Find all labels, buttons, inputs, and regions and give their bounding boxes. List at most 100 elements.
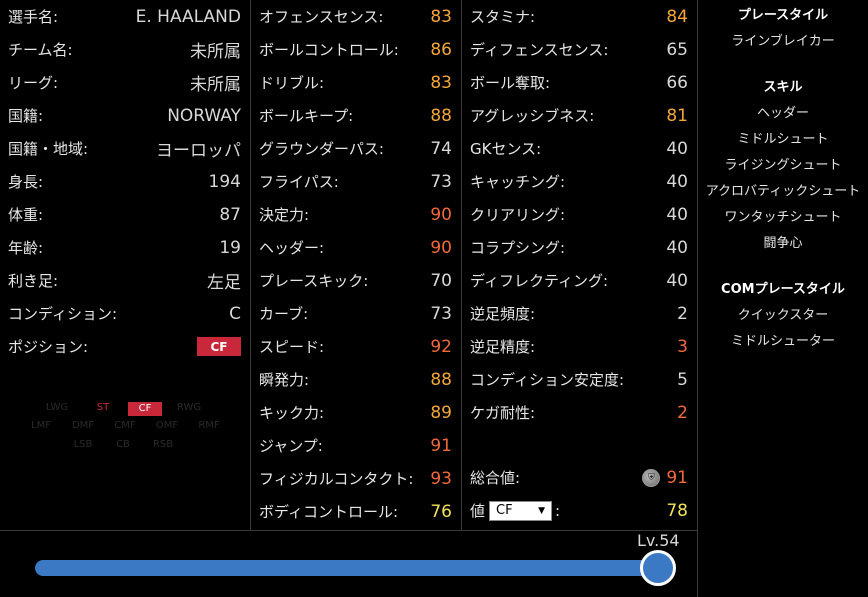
stat-row: ボールコントロール: 86 (251, 33, 460, 66)
level-slider-thumb[interactable] (640, 550, 676, 586)
stat-value: 84 (666, 6, 688, 27)
profile-value: 未所属 (190, 42, 241, 62)
stat-row: アグレッシブネス: 81 (462, 99, 696, 132)
stat-label: スピード: (259, 338, 325, 356)
stat-row: ディフレクティング: 40 (462, 264, 696, 297)
stat-row: ヘッダー: 90 (251, 231, 460, 264)
skill-item: ワンタッチシュート (724, 210, 842, 225)
stat-row: ディフェンスセンス: 65 (462, 33, 696, 66)
profile-row: 国籍・地域: ヨーロッパ (0, 132, 249, 165)
profile-value: ヨーロッパ (156, 141, 241, 161)
stat-row: 逆足頻度: 2 (462, 297, 696, 330)
player-stats-panel: 選手名: E. HAALAND チーム名: 未所属 リーグ: 未所属 国籍: NORWAY 国籍… (0, 0, 868, 597)
stat-row: 逆足精度: 3 (462, 330, 696, 363)
stat-label: 逆足頻度: (470, 305, 536, 323)
stat-label: ボディコントロール: (259, 503, 399, 521)
stat-value: 2 (677, 402, 688, 423)
skills-title: スキル (763, 80, 803, 95)
stat-value: 40 (666, 171, 688, 192)
stat-row: ドリブル: 83 (251, 66, 460, 99)
stat-row: カーブ: 73 (251, 297, 460, 330)
profile-row: 年齢: 19 (0, 231, 249, 264)
stat-row: スタミナ: 84 (462, 0, 696, 33)
stat-label: ヘッダー: (259, 239, 325, 257)
stat-label: コラプシング: (470, 239, 566, 257)
stat-label: 決定力: (259, 206, 310, 224)
position-map-lwg: LWG (45, 402, 69, 413)
level-slider-track[interactable] (35, 560, 660, 576)
profile-row: 選手名: E. HAALAND (0, 0, 249, 33)
playstyle-item: ラインブレイカー (731, 34, 835, 49)
stat-label: ケガ耐性: (470, 404, 536, 422)
position-map-lmf: LMF (31, 420, 51, 431)
position-value-colon: : (555, 501, 561, 520)
position-select-value: CF (496, 503, 513, 518)
stat-value: 91 (430, 435, 452, 456)
stat-label: ディフェンスセンス: (470, 41, 609, 59)
skill-item: 闘争心 (763, 236, 803, 251)
profile-value: 左足 (207, 273, 241, 293)
profile-row: ポジション: CF (0, 330, 249, 363)
profile-value: 87 (219, 204, 241, 225)
stats-column-secondary: ケガ耐性: 2 コンディション安定度: 5 逆足精度: 3 逆足頻度: 2 ディフレクティング:… (461, 0, 696, 530)
profile-label: コンディション: (8, 305, 118, 323)
stat-value: 70 (430, 270, 452, 291)
stat-value: 5 (677, 369, 688, 390)
position-map-cmf: CMF (114, 420, 136, 431)
stat-label: コンディション安定度: (470, 371, 625, 389)
stat-label: フィジカルコンタクト: (259, 470, 414, 488)
com-playstyle-title: COMプレースタイル (721, 282, 845, 297)
profile-label: 身長: (8, 173, 44, 191)
profile-row: 国籍: NORWAY (0, 99, 249, 132)
stat-row: ケガ耐性: 2 (462, 396, 696, 429)
profile-value: 194 (208, 171, 241, 192)
stat-value: 73 (430, 303, 452, 324)
profile-row: リーグ: 未所属 (0, 66, 249, 99)
profile-value: C (229, 303, 241, 324)
stat-value: 88 (430, 369, 452, 390)
position-select[interactable]: CF ▼ (489, 500, 553, 521)
stat-row: クリアリング: 40 (462, 198, 696, 231)
stat-row: 瞬発力: 88 (251, 363, 460, 396)
profile-label: 年齢: (8, 239, 44, 257)
stat-value: 3 (677, 336, 688, 357)
stat-value: 92 (430, 336, 452, 357)
profile-value: 19 (219, 237, 241, 258)
stat-label: ジャンプ: (259, 437, 323, 455)
stat-row: コンディション安定度: 5 (462, 363, 696, 396)
stat-label: クリアリング: (470, 206, 566, 224)
profile-label: 国籍: (8, 107, 44, 125)
stat-value: 89 (430, 402, 452, 423)
profile-row: 利き足: 左足 (0, 264, 249, 297)
profile-label: 国籍・地域: (8, 140, 89, 158)
dropdown-arrow-icon: ▼ (538, 505, 546, 516)
stat-value: 90 (430, 204, 452, 225)
stat-value: 40 (666, 138, 688, 159)
com-playstyle-item: ミドルシューター (730, 334, 835, 349)
overall-row: 総合値: ⛨ 91 (462, 461, 696, 494)
overall-value: 91 (666, 467, 688, 488)
stat-label: ボール奪取: (470, 74, 551, 92)
profile-row: チーム名: 未所属 (0, 33, 249, 66)
stats-column-main: ボディコントロール: 76 フィジカルコンタクト: 93 ジャンプ: 91 キック力: 89 瞬… (250, 0, 460, 530)
com-playstyle-item: クイックスター (737, 308, 829, 323)
stat-value: 93 (430, 468, 452, 489)
stat-label: キック力: (259, 404, 325, 422)
profile-row: 身長: 194 (0, 165, 249, 198)
stat-label: スタミナ: (470, 8, 536, 26)
profile-label: 体重: (8, 206, 44, 224)
profile-value: 未所属 (190, 75, 241, 95)
stat-value: 40 (666, 270, 688, 291)
divider (0, 530, 697, 531)
position-map-lsb: LSB (73, 439, 93, 450)
position-value-label: 値 (470, 502, 486, 520)
stat-row: グラウンダーパス: 74 (251, 132, 460, 165)
stat-label: カーブ: (259, 305, 309, 323)
stat-row: ボールキープ: 88 (251, 99, 460, 132)
profile-value: E. HAALAND (135, 6, 241, 27)
stat-row: GKセンス: 40 (462, 132, 696, 165)
position-map-rsb: RSB (152, 439, 174, 450)
overall-label: 総合値: (470, 469, 521, 487)
stat-value: 40 (666, 204, 688, 225)
position-map: LWG ST CF RWG LMF DMF CMF OMF RMF LSB CB… (30, 400, 220, 456)
